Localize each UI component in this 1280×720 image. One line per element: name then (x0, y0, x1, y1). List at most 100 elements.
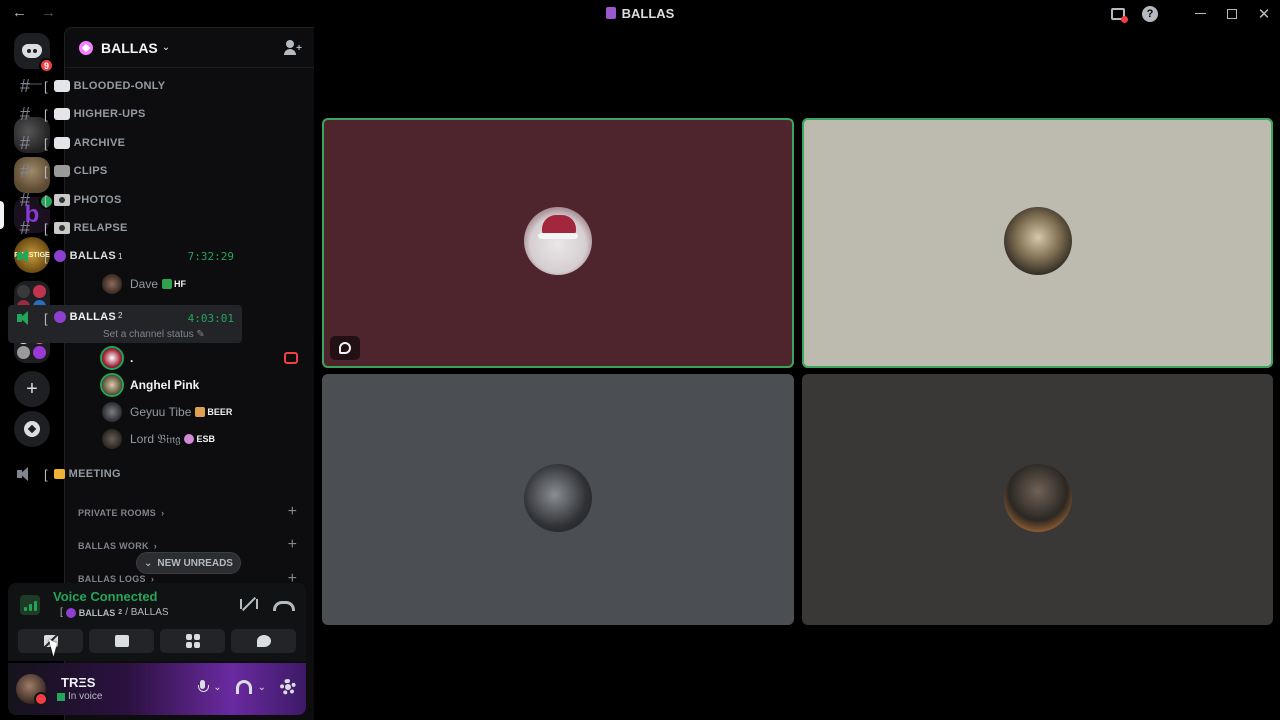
film-icon (53, 165, 70, 177)
new-unreads-label: NEW UNREADS (157, 557, 233, 569)
channel-name: CLIPS (73, 165, 108, 177)
channel-photos[interactable]: # [ PHOTOS (8, 187, 242, 213)
invite-people-icon[interactable]: + (284, 40, 302, 56)
screen-share-button[interactable] (89, 629, 154, 653)
help-button[interactable]: ? (1134, 0, 1166, 27)
title-bar: ← → BALLAS ? ✕ (0, 0, 1280, 27)
server-icon (605, 7, 616, 19)
activities-button[interactable] (160, 629, 225, 653)
user-name: Dave (130, 277, 159, 291)
video-tile-4[interactable] (802, 374, 1273, 625)
avatar (102, 402, 122, 422)
channel-relapse[interactable]: # [ RELAPSE (8, 215, 242, 241)
channel-archive[interactable]: # [ ARCHIVE (8, 130, 242, 156)
window-title: BALLAS (0, 6, 1280, 21)
minimize-icon (1194, 13, 1206, 14)
hash-icon: # (19, 218, 30, 238)
minimize-button[interactable] (1184, 0, 1216, 27)
create-channel-plus-icon[interactable]: + (288, 570, 297, 582)
category-private-rooms[interactable]: PRIVATE ROOMS › (78, 508, 164, 518)
speech-bubble-icon (53, 108, 70, 120)
soundboard-button[interactable] (231, 629, 296, 653)
channel-status-input[interactable]: Set a channel status ✎ (103, 329, 205, 340)
audio-options-chevron-icon[interactable]: ⌄ (258, 682, 266, 693)
maximize-button[interactable] (1216, 0, 1248, 27)
add-server-button[interactable]: + (14, 371, 50, 407)
avatar (102, 429, 122, 449)
chevron-right-icon: › (161, 508, 165, 518)
unread-badge: 9 (39, 58, 54, 73)
new-unreads-button[interactable]: ⌄ NEW UNREADS (136, 552, 241, 574)
user-name: . (130, 351, 134, 365)
channel-name: BALLAS (69, 250, 117, 262)
video-tile-1[interactable] (322, 118, 794, 368)
speech-bubble-icon (53, 137, 70, 149)
hash-icon: # (19, 161, 30, 181)
create-channel-plus-icon[interactable]: + (288, 536, 297, 554)
compass-icon (24, 421, 40, 437)
avatar (102, 274, 122, 294)
server-header[interactable]: BALLAS ⌄ + (65, 28, 314, 68)
voice-action-buttons (18, 629, 296, 653)
user-panel: TRΞS In voice ⌄ ⌄ (8, 663, 306, 715)
avatar (102, 375, 122, 395)
call-timer: 7:32:29 (187, 249, 234, 263)
microphone-icon[interactable] (197, 680, 210, 694)
purple-emoji-icon (65, 607, 76, 618)
soundboard-icon (256, 635, 271, 647)
category-ballas-logs[interactable]: BALLAS LOGS › (78, 575, 154, 583)
user-controls: ⌄ ⌄ (197, 679, 296, 695)
participant-avatar (1003, 463, 1072, 532)
lock-icon (53, 469, 65, 479)
speaker-icon (16, 467, 34, 481)
inbox-button[interactable] (1102, 0, 1134, 27)
participant-avatar (524, 463, 592, 532)
hash-icon: # (19, 133, 30, 153)
connection-signal-icon[interactable] (20, 595, 40, 615)
close-window-button[interactable]: ✕ (1248, 0, 1280, 27)
voice-channel-path[interactable]: [ BALLAS 2 / BALLAS (60, 607, 169, 618)
help-icon: ? (1142, 5, 1158, 22)
avatar (102, 348, 122, 368)
voice-connected-label[interactable]: Voice Connected (53, 589, 158, 604)
channel-clips[interactable]: # [ CLIPS (8, 158, 242, 184)
channel-higher-ups[interactable]: # [ HIGHER-UPS (8, 101, 242, 127)
voice-channel-meeting[interactable]: [ MEETING (8, 461, 242, 487)
noise-suppression-icon[interactable] (240, 596, 258, 612)
user-status: In voice (57, 691, 102, 702)
voice-user-anghel[interactable]: Anghel Pink (102, 373, 199, 397)
video-tile-3[interactable] (322, 374, 794, 625)
inbox-icon (1111, 7, 1128, 23)
user-name[interactable]: TRΞS (61, 675, 95, 690)
call-timer: 4:03:01 (187, 312, 234, 325)
channel-blooded-only[interactable]: # [ BLOODED-ONLY (8, 73, 242, 99)
voice-user-dot[interactable]: . (102, 346, 133, 370)
skull-icon (184, 434, 195, 444)
gear-icon[interactable] (280, 679, 296, 695)
tile-reaction-button[interactable] (330, 336, 360, 360)
headphones-icon[interactable] (235, 680, 252, 694)
mic-options-chevron-icon[interactable]: ⌄ (213, 682, 221, 693)
channel-name: RELAPSE (73, 222, 128, 234)
category-ballas-work[interactable]: BALLAS WORK › (78, 541, 157, 551)
camera-icon (53, 222, 70, 234)
voice-user-dave[interactable]: Dave HF (102, 272, 186, 296)
hash-icon: # (19, 104, 30, 124)
avatar[interactable] (16, 674, 48, 706)
speech-bubble-icon (53, 80, 70, 92)
speaker-icon (16, 311, 34, 325)
user-tag: BEER (195, 407, 232, 417)
direct-messages-button[interactable]: 9 (14, 33, 54, 73)
camera-icon (53, 194, 70, 206)
explore-servers-button[interactable] (14, 411, 50, 447)
voice-user-geyuu[interactable]: Geyuu Tibe BEER (102, 400, 232, 424)
create-channel-plus-icon[interactable]: + (288, 503, 297, 521)
user-name: Anghel Pink (130, 378, 200, 392)
video-tile-2[interactable] (802, 118, 1273, 368)
voice-channel-ballas-1[interactable]: [ BALLAS 1 7:32:29 (8, 243, 242, 269)
channel-name: MEETING (68, 468, 121, 480)
user-tag: HF (162, 279, 186, 289)
disconnect-call-icon[interactable] (272, 596, 295, 612)
voice-user-lord[interactable]: Lord 𝔅𝔦𝔫𝔤 ESB (102, 427, 215, 451)
speaker-icon (16, 249, 34, 263)
